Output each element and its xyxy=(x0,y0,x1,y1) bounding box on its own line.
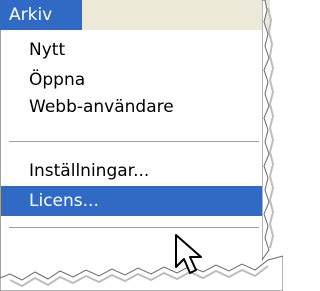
torn-edge-bottom xyxy=(0,255,283,291)
menu-item-installningar[interactable]: Inställningar... xyxy=(1,156,263,186)
menu-item-licens[interactable]: Licens... xyxy=(1,186,263,216)
menu-item-oppna[interactable]: Öppna xyxy=(1,65,263,95)
screenshot-canvas: Arkiv Nytt Öppna Webb-användare Inställn… xyxy=(0,0,283,291)
arrow-cursor-icon xyxy=(175,234,202,274)
menu-arkiv[interactable]: Arkiv xyxy=(0,0,82,30)
menu-separator xyxy=(9,141,259,143)
menu-separator-bottom xyxy=(9,227,259,229)
menu-bar: Arkiv xyxy=(0,0,270,31)
arkiv-dropdown-menu: Nytt Öppna Webb-användare Inställningar.… xyxy=(0,30,270,280)
menu-item-webb-anvandare[interactable]: Webb-användare xyxy=(1,92,263,114)
torn-edge-right xyxy=(262,0,275,261)
menu-item-nytt[interactable]: Nytt xyxy=(1,35,263,65)
